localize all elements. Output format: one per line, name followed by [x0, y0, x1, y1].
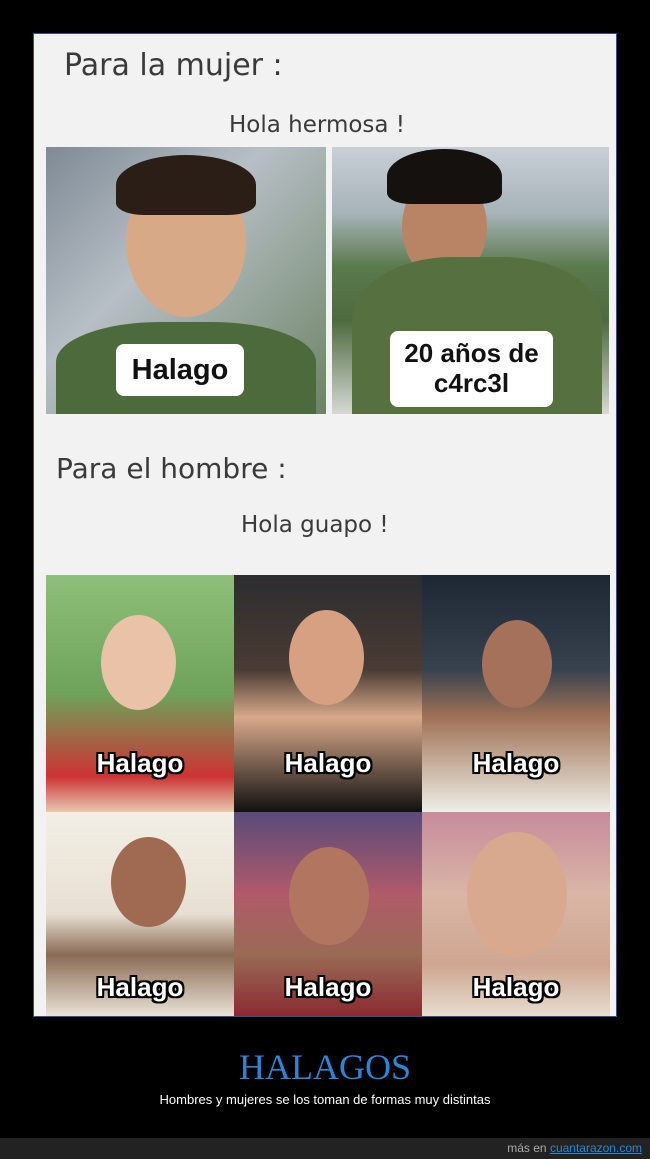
label-flattery: Halago — [472, 748, 560, 778]
footer-prefix: más en — [507, 1141, 547, 1155]
photo-woman-5: Halago — [234, 812, 422, 1016]
photo-woman-6: Halago — [422, 812, 610, 1016]
label-prison: 20 años de c4rc3l — [390, 331, 553, 407]
woman-greeting: Hola hermosa ! — [229, 112, 406, 138]
label-flattery: Halago — [284, 748, 372, 778]
face-shape — [289, 610, 364, 705]
label-prison-line1: 20 años de — [404, 338, 539, 368]
photo-prison-man: 20 años de c4rc3l — [332, 147, 609, 414]
label-flattery: Halago — [96, 748, 184, 778]
label-flattery: Halago — [472, 972, 560, 1002]
label-flattery: Halago — [284, 972, 372, 1002]
hair-shape — [116, 155, 256, 215]
photo-woman-3: Halago — [422, 575, 610, 812]
post-subtitle: Hombres y mujeres se los toman de formas… — [159, 1092, 491, 1107]
photo-woman-1: Halago — [46, 575, 234, 812]
label-flattery: Halago — [116, 344, 244, 396]
meme-image: Para la mujer : Hola hermosa ! Halago 20… — [33, 33, 617, 1017]
hair-shape — [387, 149, 502, 204]
face-shape — [467, 832, 567, 957]
site-link[interactable]: cuantarazon.com — [550, 1141, 642, 1155]
photo-woman-2: Halago — [234, 575, 422, 812]
face-shape — [111, 837, 186, 927]
man-greeting: Hola guapo ! — [241, 512, 389, 538]
photo-flattered-man: Halago — [46, 147, 326, 414]
woman-heading: Para la mujer : — [64, 48, 283, 83]
man-heading: Para el hombre : — [56, 452, 287, 485]
face-shape — [482, 620, 552, 708]
face-shape — [289, 847, 369, 945]
label-prison-line2: c4rc3l — [433, 368, 510, 398]
label-flattery: Halago — [96, 972, 184, 1002]
face-shape — [101, 615, 176, 710]
footer-bar: más en cuantarazon.com — [0, 1138, 650, 1159]
photo-woman-4: Halago — [46, 812, 234, 1016]
post-title[interactable]: HALAGOS — [0, 1046, 650, 1088]
